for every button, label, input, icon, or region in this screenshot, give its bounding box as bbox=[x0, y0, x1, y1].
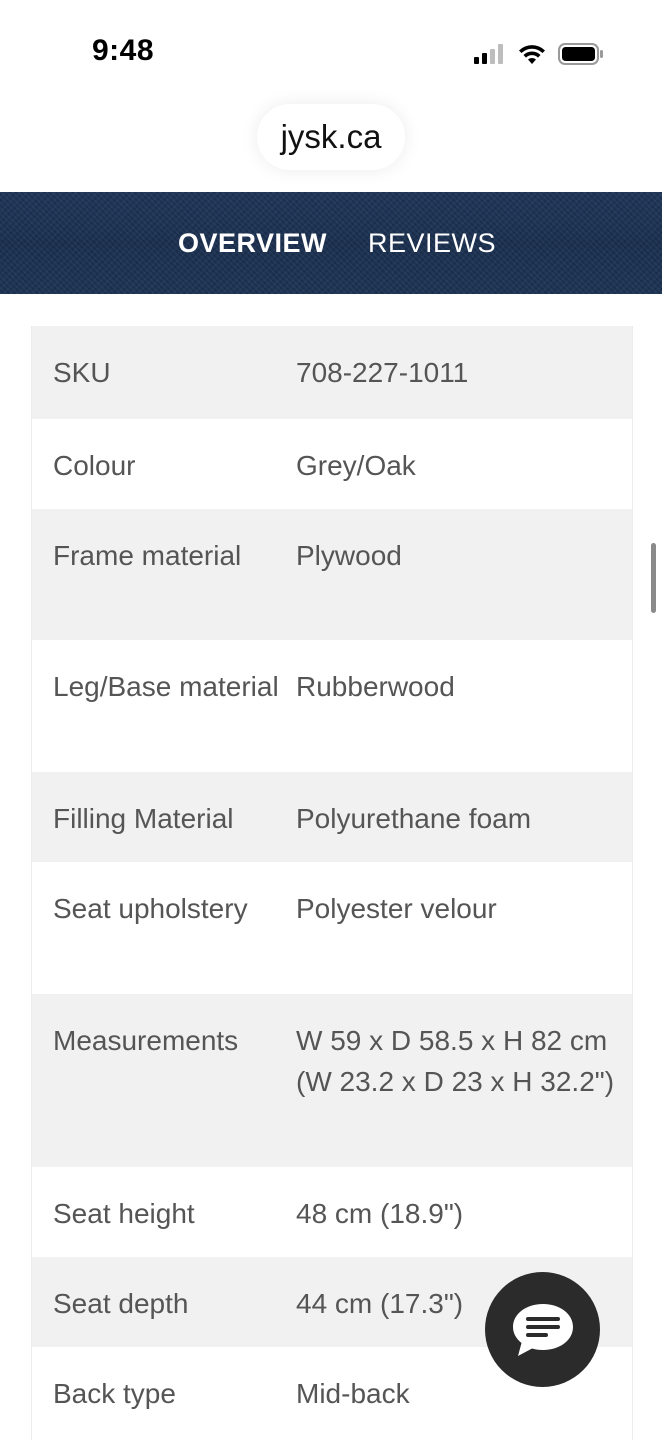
spec-row-measurements: Measurements W 59 x D 58.5 x H 82 cm (W … bbox=[32, 994, 632, 1167]
spec-value: 708-227-1011 bbox=[296, 357, 469, 388]
spec-label: Seat height bbox=[53, 1198, 195, 1229]
spec-value: Rubberwood bbox=[296, 671, 455, 702]
spec-row-sku: SKU 708-227-1011 bbox=[32, 326, 632, 419]
spec-label: Frame material bbox=[53, 540, 242, 571]
chat-bubble-icon bbox=[512, 1303, 573, 1356]
tab-overview[interactable]: OVERVIEW bbox=[178, 228, 327, 259]
spec-row-seat-height: Seat height 48 cm (18.9") bbox=[32, 1167, 632, 1257]
spec-label: SKU bbox=[53, 357, 111, 388]
scroll-indicator[interactable] bbox=[651, 543, 656, 613]
spec-row-colour: Colour Grey/Oak bbox=[32, 419, 632, 509]
spec-row-seat-upholstery: Seat upholstery Polyester velour bbox=[32, 862, 632, 994]
spec-value: Grey/Oak bbox=[296, 450, 416, 481]
status-time: 9:48 bbox=[92, 34, 155, 67]
spec-value: W 59 x D 58.5 x H 82 cm (W 23.2 x D 23 x… bbox=[296, 1025, 615, 1097]
spec-row-leg-base-material: Leg/Base material Rubberwood bbox=[32, 640, 632, 772]
product-tab-bar: OVERVIEW REVIEWS bbox=[0, 192, 662, 294]
spec-label: Measurements bbox=[53, 1025, 239, 1056]
spec-label: Colour bbox=[53, 450, 136, 481]
battery-icon bbox=[558, 43, 603, 65]
spec-value: Polyurethane foam bbox=[296, 803, 532, 834]
spec-value: Polyester velour bbox=[296, 893, 497, 924]
status-icons bbox=[474, 40, 604, 68]
spec-value: 48 cm (18.9") bbox=[296, 1198, 464, 1229]
spec-value: Plywood bbox=[296, 540, 402, 571]
tab-reviews[interactable]: REVIEWS bbox=[368, 228, 496, 259]
spec-label: Leg/Base material bbox=[53, 671, 279, 702]
spec-label: Seat depth bbox=[53, 1288, 189, 1319]
status-bar: 9:48 bbox=[0, 0, 662, 100]
spec-label: Back type bbox=[53, 1378, 176, 1409]
spec-row-filling-material: Filling Material Polyurethane foam bbox=[32, 772, 632, 862]
chat-button[interactable] bbox=[485, 1272, 600, 1387]
signal-icon bbox=[474, 44, 503, 64]
spec-label: Seat upholstery bbox=[53, 893, 248, 924]
wifi-icon bbox=[519, 45, 545, 64]
spec-row-frame-material: Frame material Plywood bbox=[32, 509, 632, 640]
spec-value: Mid-back bbox=[296, 1378, 410, 1409]
url-field[interactable]: jysk.ca bbox=[257, 104, 405, 170]
browser-url-bar: jysk.ca bbox=[0, 100, 662, 192]
spec-label: Filling Material bbox=[53, 803, 234, 834]
